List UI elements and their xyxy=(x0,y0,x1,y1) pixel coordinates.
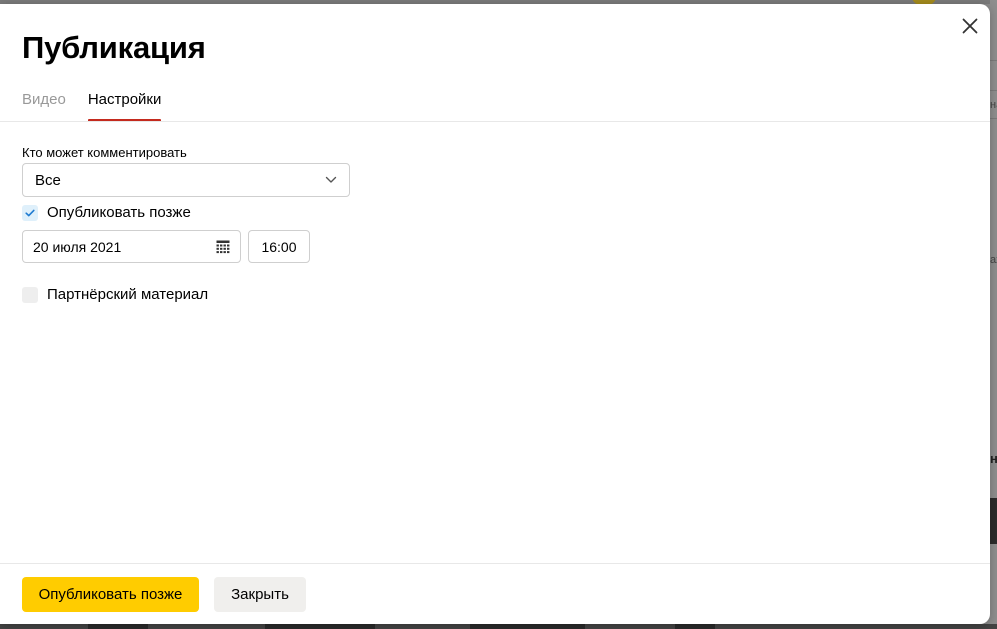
background-text: на xyxy=(990,99,997,111)
chevron-down-icon xyxy=(325,176,337,183)
publish-dialog: Публикация Видео Настройки Кто может ком… xyxy=(0,4,990,624)
tabs-divider xyxy=(0,121,990,122)
close-dialog-button[interactable]: Закрыть xyxy=(214,577,306,612)
comments-label: Кто может комментировать xyxy=(22,145,187,160)
partner-material-option[interactable]: Партнёрский материал xyxy=(22,286,208,303)
background-divider xyxy=(990,118,997,119)
background-text: ах xyxy=(990,254,997,266)
close-button[interactable] xyxy=(957,13,983,39)
background-thumbnail xyxy=(675,624,715,629)
comments-select[interactable]: Все xyxy=(22,163,350,197)
calendar-icon[interactable] xyxy=(216,240,230,254)
close-icon xyxy=(962,18,978,34)
background-thumbnail xyxy=(88,624,148,629)
publish-date-value: 20 июля 2021 xyxy=(33,238,122,255)
comments-select-value: Все xyxy=(35,171,61,189)
tab-settings[interactable]: Настройки xyxy=(87,90,161,122)
publish-later-label: Опубликовать позже xyxy=(47,204,191,221)
background-thumbnail xyxy=(990,498,997,544)
footer-divider xyxy=(0,563,990,564)
checkmark-icon xyxy=(25,209,35,216)
publish-later-option[interactable]: Опубликовать позже xyxy=(22,204,191,221)
tab-video[interactable]: Видео xyxy=(22,90,66,122)
publish-date-input[interactable]: 20 июля 2021 xyxy=(22,230,241,263)
publish-time-input[interactable]: 16:00 xyxy=(248,230,310,263)
background-text: не xyxy=(990,451,997,466)
background-divider xyxy=(990,60,997,61)
background-thumbnail xyxy=(470,624,585,629)
publish-later-button[interactable]: Опубликовать позже xyxy=(22,577,199,612)
background-divider xyxy=(990,90,997,91)
partner-material-checkbox[interactable] xyxy=(22,286,38,303)
dialog-tabs: Видео Настройки xyxy=(22,90,183,122)
dialog-title: Публикация xyxy=(22,30,206,65)
partner-material-label: Партнёрский материал xyxy=(47,286,209,303)
background-thumbnail xyxy=(265,624,375,629)
publish-later-checkbox[interactable] xyxy=(22,204,38,221)
